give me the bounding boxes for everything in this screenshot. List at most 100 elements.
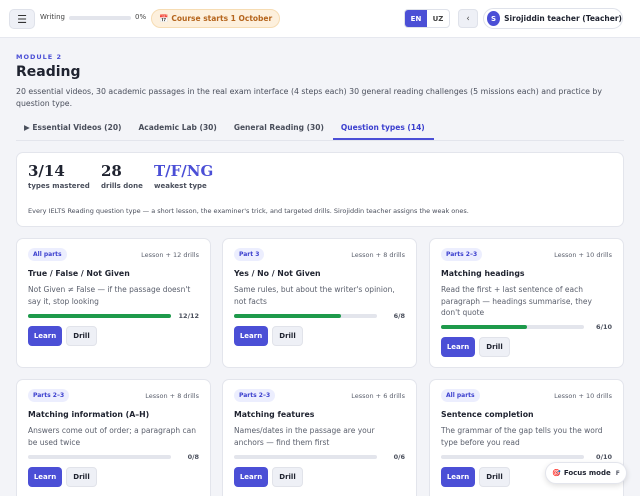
stat-weakest-value: T/F/NG: [154, 162, 214, 180]
progress-fill: [28, 314, 171, 318]
hamburger-icon: ☰: [17, 12, 27, 26]
progress-bar: [28, 314, 171, 318]
progress-row: 0/8: [28, 453, 199, 461]
stat-drills-label: drills done: [101, 182, 143, 190]
card-description: Names/dates in the passage are your anch…: [234, 426, 375, 447]
progress-fill: [234, 314, 342, 318]
user-menu[interactable]: S Sirojiddin teacher (Teacher): [483, 8, 623, 29]
back-button[interactable]: ‹: [458, 9, 478, 28]
question-type-card: Parts 2–3 Lesson + 6 drills Matching fea…: [222, 379, 417, 496]
card-description: Answers come out of order; a paragraph c…: [28, 426, 196, 447]
part-badge: All parts: [441, 389, 480, 402]
tab-essential-videos[interactable]: ▶ Essential Videos (20): [16, 119, 130, 140]
language-uz-button[interactable]: UZ: [427, 10, 449, 27]
part-badge: Part 3: [234, 248, 265, 261]
progress-fill: [441, 325, 527, 329]
focus-mode-label: Focus mode: [563, 469, 611, 477]
drill-button[interactable]: Drill: [66, 467, 97, 487]
progress-bar: [28, 455, 171, 459]
lesson-info: Lesson + 8 drills: [351, 250, 405, 259]
language-switcher: EN UZ: [404, 9, 450, 28]
learn-button[interactable]: Learn: [234, 326, 268, 346]
course-start-badge: 📅 Course starts 1 October: [151, 9, 281, 28]
summary-card: 3/14 types mastered 28 drills done T/F/N…: [16, 152, 624, 227]
learn-button[interactable]: Learn: [441, 467, 475, 487]
progress-bar: [234, 314, 377, 318]
progress-bar: [234, 455, 377, 459]
writing-percent: 0%: [135, 13, 147, 21]
progress-row: 6/10: [441, 323, 612, 331]
lesson-info: Lesson + 6 drills: [351, 391, 405, 400]
page-title: Reading: [16, 64, 81, 80]
card-description: Same rules, but about the writer's opini…: [234, 285, 395, 306]
part-badge: Parts 2–3: [28, 389, 70, 402]
stat-weakest-label: weakest type: [154, 182, 207, 190]
learn-button[interactable]: Learn: [234, 467, 268, 487]
drill-button[interactable]: Drill: [479, 337, 510, 357]
drill-button[interactable]: Drill: [272, 467, 303, 487]
progress-count: 0/8: [187, 453, 199, 461]
tabs-divider: [16, 140, 624, 141]
card-title: Matching features: [234, 410, 315, 419]
card-description: The grammar of the gap tells you the wor…: [441, 426, 603, 447]
card-title: Matching headings: [441, 269, 525, 278]
drill-button[interactable]: Drill: [479, 467, 510, 487]
learn-button[interactable]: Learn: [28, 467, 62, 487]
avatar: S: [487, 11, 501, 26]
card-title: Sentence completion: [441, 410, 534, 419]
progress-row: 0/6: [234, 453, 405, 461]
lesson-info: Lesson + 10 drills: [554, 391, 612, 400]
part-badge: All parts: [28, 248, 67, 261]
part-badge: Parts 2–3: [234, 389, 276, 402]
question-type-card: All parts Lesson + 12 drills True / Fals…: [16, 238, 211, 368]
card-title: Yes / No / Not Given: [234, 269, 321, 278]
lesson-info: Lesson + 8 drills: [145, 391, 199, 400]
progress-row: 0/10: [441, 453, 612, 461]
module-tabs: ▶ Essential Videos (20) Academic Lab (30…: [16, 119, 434, 140]
stat-mastered-label: types mastered: [28, 182, 90, 190]
progress-count: 0/6: [393, 453, 405, 461]
progress-count: 12/12: [178, 312, 199, 320]
stat-mastered-value: 3/14: [28, 162, 65, 180]
question-type-card: Parts 2–3 Lesson + 10 drills Matching he…: [429, 238, 624, 368]
module-label: MODULE 2: [16, 53, 63, 61]
stat-mastered: 3/14 types mastered: [28, 162, 90, 190]
card-title: Matching information (A–H): [28, 410, 150, 419]
course-start-text: Course starts 1 October: [171, 14, 273, 23]
card-description: Not Given ≠ False — if the passage doesn…: [28, 285, 191, 306]
tab-question-types[interactable]: Question types (14): [332, 119, 434, 140]
drill-button[interactable]: Drill: [66, 326, 97, 346]
language-en-button[interactable]: EN: [405, 10, 427, 27]
menu-button[interactable]: ☰: [9, 9, 35, 29]
focus-mode-button[interactable]: 🎯 Focus mode F: [545, 462, 627, 484]
progress-bar: [441, 455, 584, 459]
user-name: Sirojiddin teacher (Teacher): [504, 14, 622, 23]
progress-count: 0/10: [596, 453, 612, 461]
lesson-info: Lesson + 12 drills: [141, 250, 199, 259]
top-bar: ☰ Writing 0% 📅 Course starts 1 October E…: [0, 0, 640, 38]
target-icon: 🎯: [552, 469, 561, 477]
question-type-card: Parts 2–3 Lesson + 8 drills Matching inf…: [16, 379, 211, 496]
part-badge: Parts 2–3: [441, 248, 483, 261]
question-type-card: Part 3 Lesson + 8 drills Yes / No / Not …: [222, 238, 417, 368]
stat-weakest: T/F/NG weakest type: [154, 162, 213, 190]
learn-button[interactable]: Learn: [28, 326, 62, 346]
tab-general-reading[interactable]: General Reading (30): [226, 119, 333, 140]
progress-count: 6/8: [393, 312, 405, 320]
writing-label: Writing: [40, 13, 65, 21]
tab-academic-lab[interactable]: Academic Lab (30): [130, 119, 225, 140]
summary-note: Every IELTS Reading question type — a sh…: [28, 207, 469, 215]
progress-row: 12/12: [28, 312, 199, 320]
drill-button[interactable]: Drill: [272, 326, 303, 346]
page-description: 20 essential videos, 30 academic passage…: [16, 87, 602, 108]
focus-mode-shortcut: F: [615, 469, 620, 477]
learn-button[interactable]: Learn: [441, 337, 475, 357]
chevron-left-icon: ‹: [466, 13, 470, 24]
calendar-icon: 📅: [159, 14, 169, 23]
card-title: True / False / Not Given: [28, 269, 130, 278]
writing-progress-bar: [69, 16, 131, 20]
lesson-info: Lesson + 10 drills: [554, 250, 612, 259]
card-description: Read the first + last sentence of each p…: [441, 285, 592, 317]
stat-drills: 28 drills done: [101, 162, 143, 190]
progress-row: 6/8: [234, 312, 405, 320]
